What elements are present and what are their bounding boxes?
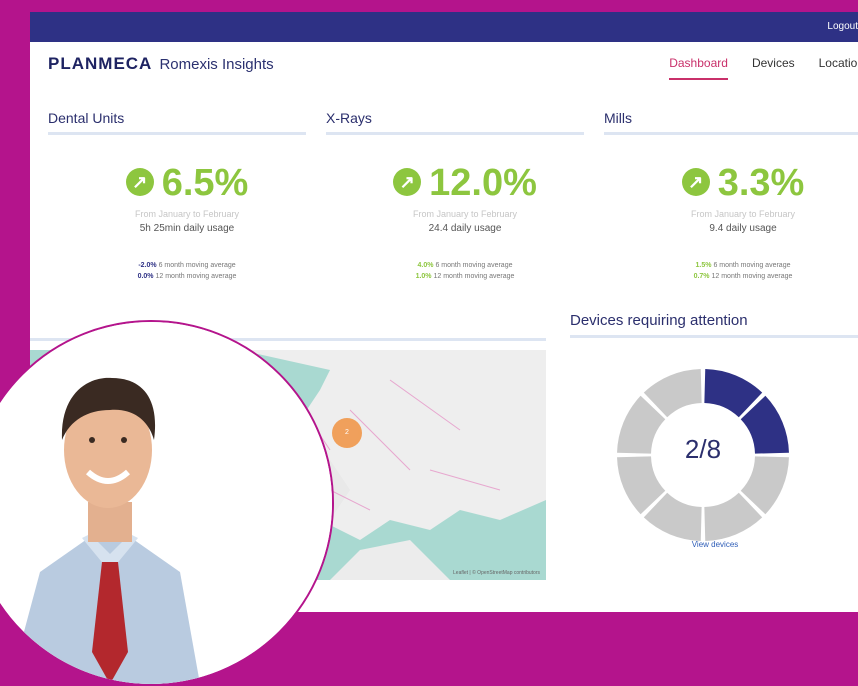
- trend-up-icon: ↗: [393, 167, 422, 196]
- brand-name: PLANMECA: [48, 54, 152, 73]
- trend-up-icon: ↗: [125, 167, 154, 196]
- stat-value: ↗ 12.0%: [326, 161, 604, 205]
- logout-link[interactable]: Logout: [827, 21, 858, 32]
- product-name: Romexis Insights: [159, 56, 274, 73]
- trend-up-icon: ↗: [681, 167, 710, 196]
- stat-averages: 4.0% 6 month moving average 1.0% 12 mont…: [415, 262, 515, 280]
- stat-card-x-rays: X-Rays ↗ 12.0% From January to February 2…: [326, 104, 604, 282]
- stat-card-mills: Mills ↗ 3.3% From January to February 9.4…: [604, 104, 858, 282]
- header: PLANMECA Romexis Insights Dashboard Devi…: [30, 42, 858, 104]
- stat-title: X-Rays: [326, 104, 584, 135]
- devices-attention-title: Devices requiring attention: [570, 312, 858, 338]
- stat-title: Dental Units: [48, 104, 306, 135]
- stat-range: From January to February: [412, 209, 518, 219]
- stat-title: Mills: [604, 104, 858, 135]
- stat-range: From January to February: [134, 209, 240, 219]
- stat-range: From January to February: [690, 209, 796, 219]
- stat-usage: 9.4 daily usage: [709, 223, 777, 234]
- stat-usage: 5h 25min daily usage: [139, 223, 235, 234]
- map-cluster-marker[interactable]: 2: [332, 418, 362, 448]
- stat-value: ↗ 6.5%: [48, 161, 326, 205]
- devices-donut: 2/8: [610, 362, 830, 562]
- stat-usage: 24.4 daily usage: [428, 223, 502, 234]
- devices-attention-panel: Devices requiring attention 2/8 View dev…: [570, 312, 858, 592]
- stat-card-dental-units: Dental Units ↗ 6.5% From January to Febru…: [48, 104, 326, 282]
- nav-devices[interactable]: Devices: [752, 56, 795, 80]
- person-illustration: [0, 322, 332, 684]
- stat-value: ↗ 3.3%: [604, 161, 858, 205]
- map-attribution[interactable]: Leaflet | © OpenStreetMap contributors: [453, 570, 540, 576]
- stat-averages: 1.5% 6 month moving average 0.7% 12 mont…: [693, 262, 793, 280]
- brand-logo[interactable]: PLANMECA Romexis Insights: [48, 54, 274, 74]
- devices-ratio: 2/8: [684, 434, 722, 464]
- stat-averages: -2.0% 6 month moving average 0.0% 12 mon…: [137, 262, 237, 280]
- top-bar: Logout: [30, 12, 858, 42]
- nav-dashboard[interactable]: Dashboard: [669, 56, 728, 80]
- view-devices-link[interactable]: View devices: [570, 540, 858, 549]
- nav-locations[interactable]: Locations: [819, 56, 858, 80]
- main-nav: Dashboard Devices Locations: [669, 56, 858, 80]
